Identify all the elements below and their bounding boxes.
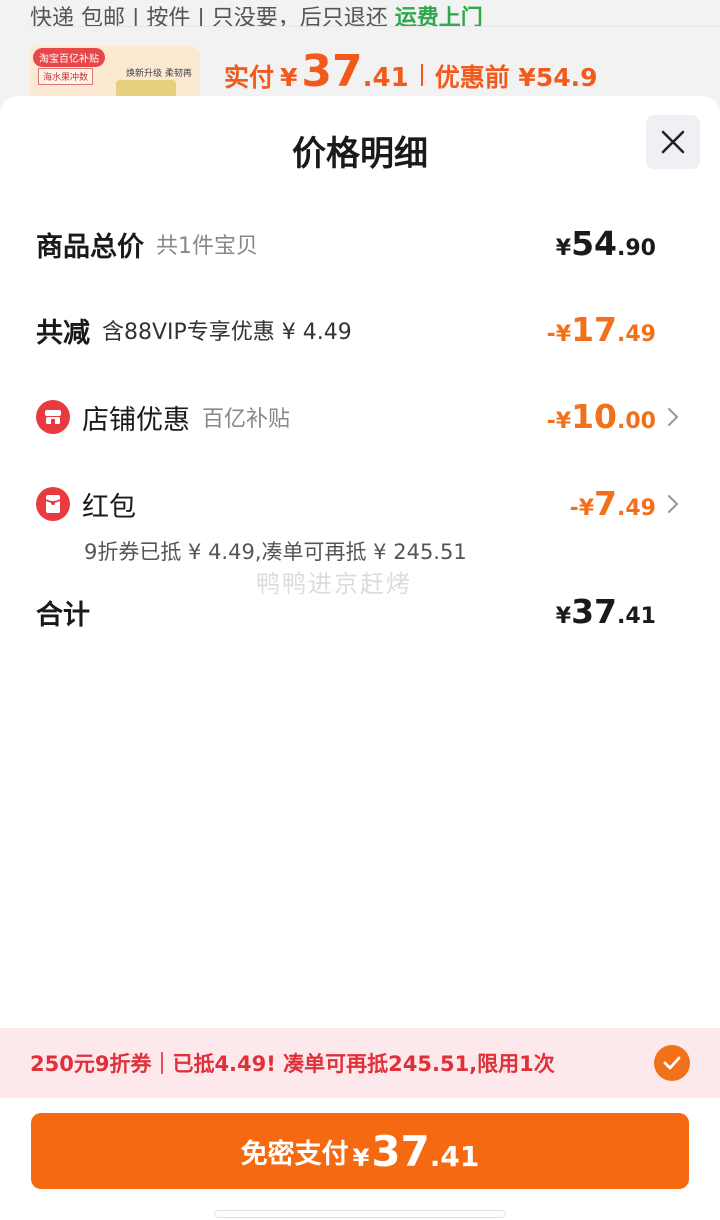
shipping-green-text: 运费上门 — [394, 6, 483, 26]
goods-total-count: 共1件宝贝 — [156, 234, 258, 259]
red-packet-int: 7 — [594, 484, 618, 523]
shipping-strip: 快递 包邮 | 按件 | 只没要，后只退还 运费上门 — [30, 0, 690, 26]
goods-total-dec: .90 — [617, 236, 656, 261]
red-packet-icon — [36, 487, 70, 521]
close-button[interactable] — [646, 115, 700, 169]
store-discount-int: 10 — [571, 397, 618, 436]
chevron-right-icon — [668, 495, 679, 513]
goods-total-currency: ¥ — [555, 236, 572, 261]
row-sum: 合计 ¥ 37 .41 — [36, 590, 686, 634]
reduction-label: 共减 — [36, 317, 90, 349]
home-indicator — [214, 1210, 506, 1218]
store-discount-currency: -¥ — [546, 409, 572, 434]
actual-price: 实付 ¥ 37 .41 优惠前 ¥54.9 — [224, 46, 598, 97]
sum-currency: ¥ — [555, 604, 572, 629]
goods-total-amount: ¥ 54 .90 — [556, 222, 656, 266]
red-packet-currency: -¥ — [569, 496, 595, 521]
actual-price-currency: ¥ — [280, 63, 298, 92]
red-packet-label: 红包 — [82, 491, 136, 523]
store-icon — [36, 400, 70, 434]
pay-button-label: 免密支付 — [240, 1138, 349, 1170]
close-icon — [661, 130, 685, 154]
pay-amount: ¥ 37 .41 — [353, 1127, 480, 1176]
store-discount-sub: 百亿补贴 — [202, 407, 291, 432]
reduction-currency: -¥ — [546, 322, 572, 347]
reduction-int: 17 — [571, 310, 618, 349]
store-discount-amount: -¥ 10 .00 — [547, 395, 656, 439]
goods-total-int: 54 — [571, 224, 618, 263]
row-red-packet[interactable]: 红包 -¥ 7 .49 — [36, 482, 686, 526]
reduction-amount: -¥ 17 .49 — [547, 308, 656, 352]
divider — [30, 26, 720, 27]
actual-price-int: 37 — [301, 46, 363, 97]
coupon-text: 250元9折券｜已抵4.49! 凑单可再抵245.51,限用1次 — [30, 1052, 555, 1076]
thumb-tag: 淘宝百亿补贴 — [33, 48, 105, 67]
sum-label: 合计 — [36, 599, 90, 631]
coupon-checkbox[interactable] — [654, 1045, 690, 1081]
price-separator — [420, 64, 423, 86]
red-packet-dec: .49 — [617, 496, 656, 521]
reduction-dec: .49 — [617, 322, 656, 347]
actual-price-dec: .41 — [362, 63, 409, 93]
shipping-text: 快递 包邮 | 按件 | 只没要，后只退还 — [30, 6, 388, 26]
sheet-title: 价格明细 — [292, 134, 428, 174]
thumb-tag-2: 海水果冲数 — [38, 68, 94, 85]
reduction-detail: 含88VIP专享优惠 ¥ 4.49 — [102, 320, 352, 345]
price-detail-sheet: 价格明细 商品总价 共1件宝贝 ¥ 54 .90 共减 含88VIP专享优惠 ¥… — [0, 96, 720, 1220]
actual-price-label: 实付 — [224, 63, 275, 92]
store-discount-label: 店铺优惠 — [82, 404, 190, 436]
coupon-bar[interactable]: 250元9折券｜已抵4.49! 凑单可再抵245.51,限用1次 — [0, 1028, 720, 1098]
original-price: 优惠前 ¥54.9 — [434, 63, 598, 92]
pay-int: 37 — [371, 1126, 430, 1176]
red-packet-note: 9折券已抵 ¥ 4.49,凑单可再抵 ¥ 245.51 — [84, 540, 467, 564]
check-icon — [663, 1056, 681, 1070]
row-goods-total: 商品总价 共1件宝贝 ¥ 54 .90 — [36, 222, 686, 266]
sum-int: 37 — [571, 592, 618, 631]
sum-amount: ¥ 37 .41 — [556, 590, 656, 634]
red-packet-amount: -¥ 7 .49 — [570, 482, 656, 526]
goods-total-label: 商品总价 — [36, 231, 144, 263]
pay-dec: .41 — [429, 1139, 480, 1173]
sum-dec: .41 — [617, 604, 656, 629]
pay-currency: ¥ — [352, 1143, 370, 1172]
store-discount-dec: .00 — [617, 409, 656, 434]
row-store-discount[interactable]: 店铺优惠 百亿补贴 -¥ 10 .00 — [36, 395, 686, 439]
row-total-reduction: 共减 含88VIP专享优惠 ¥ 4.49 -¥ 17 .49 — [36, 308, 686, 352]
chevron-right-icon — [668, 408, 679, 426]
pay-button[interactable]: 免密支付 ¥ 37 .41 — [31, 1113, 689, 1189]
